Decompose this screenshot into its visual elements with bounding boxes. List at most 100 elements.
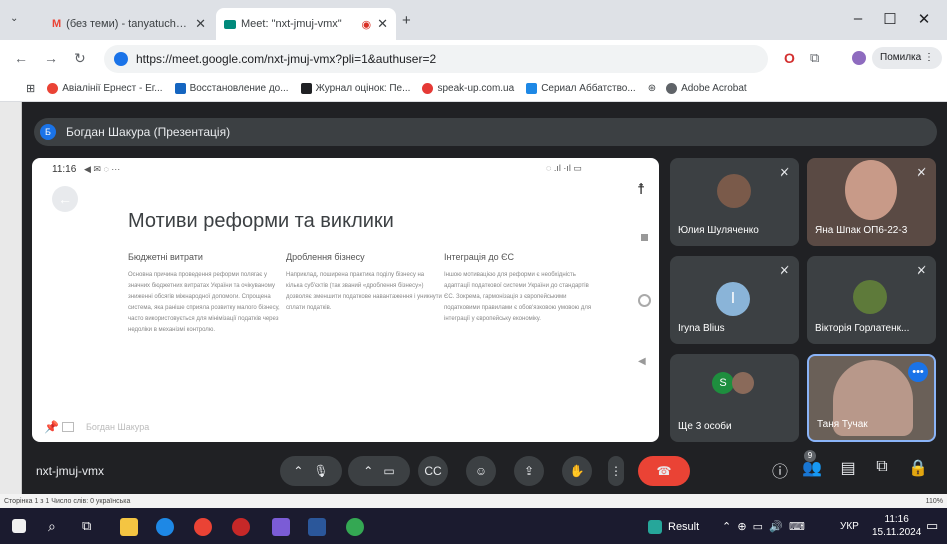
leave-call-button[interactable]: ☎ [638, 456, 690, 486]
captions-button[interactable]: CC [418, 456, 448, 486]
participant-name: Яна Шпак ОП6-22-3 [815, 225, 908, 236]
meet-icon [224, 19, 236, 29]
info-icon[interactable]: ⓘ [768, 458, 792, 482]
emoji-button[interactable]: ☺ [466, 456, 496, 486]
presenter-footer: Богдан Шакура [62, 422, 149, 432]
avatar [853, 280, 887, 314]
activities-icon[interactable]: ⧉ [870, 458, 894, 476]
error-button[interactable]: Помилка ⋮ [872, 47, 942, 69]
opera-icon[interactable] [232, 518, 250, 536]
maximize-button[interactable]: ☐ [880, 10, 900, 28]
bookmark-item[interactable]: Журнал оцінок: Пе... [300, 83, 410, 94]
tab-title: Meet: "nxt-jmuj-vmx" [241, 18, 342, 30]
address-bar[interactable]: https://meet.google.com/nxt-jmuj-vmx?pli… [104, 45, 768, 73]
minimize-button[interactable]: – [848, 10, 868, 27]
language-indicator[interactable]: УКР [840, 521, 859, 532]
status-icons: ◀ ✉ ◌ ··· [84, 164, 121, 174]
more-options-button[interactable]: ••• [908, 362, 928, 382]
column-text: Основна причина проведення реформи поляг… [128, 272, 280, 333]
presentation-slide[interactable]: 11:16 ◀ ✉ ◌ ··· ◌ .ıl ·ıl ▭ ← Мотиви реф… [32, 158, 659, 442]
raise-hand-button[interactable]: ✋ [562, 456, 592, 486]
clock[interactable]: 11:16 15.11.2024 [872, 513, 921, 539]
more-options-button[interactable]: ⋮ [608, 456, 624, 486]
mic-button[interactable]: ⌃ 🎙 [280, 456, 342, 486]
slide-column: Дроблення бізнесу Наприклад, поширена пр… [286, 252, 442, 314]
presenter-label: Богдан Шакура (Презентація) [66, 125, 231, 139]
presenter-bar: Б Богдан Шакура (Презентація) [34, 118, 937, 146]
word-icon[interactable] [308, 518, 326, 536]
tab-meet[interactable]: Meet: "nxt-jmuj-vmx" ◉ ✕ [216, 8, 396, 40]
avatar [732, 372, 754, 394]
word-status-bar: Сторінка 1 з 1 Число слів: 0 українська … [0, 494, 947, 508]
tray-icons[interactable]: ⌃ ⊕ ▭ 🔊 ⌨ [722, 520, 805, 533]
opera-icon[interactable]: O [784, 50, 795, 66]
chat-icon[interactable]: ▤ [836, 458, 860, 478]
slide-side-panel: ☨ ◀ [632, 178, 659, 442]
accessibility-icon: ☨ [637, 181, 646, 198]
triangle-icon: ◀ [638, 356, 646, 367]
back-icon[interactable]: ← [14, 50, 28, 66]
meeting-code: nxt-jmuj-vmx [36, 464, 104, 478]
new-tab-button[interactable]: + [402, 12, 411, 29]
bookmark-icon [666, 83, 678, 94]
circle-icon [638, 294, 651, 307]
camera-button[interactable]: ⌃ ▭ [348, 456, 410, 486]
participant-tile[interactable]: ✕̸ Юлия Шуляченко [670, 158, 799, 246]
back-arrow-icon[interactable]: ← [52, 186, 78, 212]
chrome-icon[interactable] [194, 518, 212, 536]
bookmark-item[interactable]: Восстановление до... [174, 83, 289, 94]
mic-off-icon: ✕̸ [779, 167, 789, 179]
extensions-icon[interactable]: ⧉ [810, 50, 819, 66]
column-heading: Інтеграція до ЄС [444, 252, 515, 262]
pin-icon[interactable]: 📌 [44, 420, 59, 434]
search-icon[interactable]: ⌕ [48, 518, 66, 536]
bookmarks-bar: ⊞ Авіалінії Ернест - Ег... Восстановлени… [0, 76, 947, 102]
bookmark-item[interactable]: Сериал Аббатство... [526, 83, 636, 94]
meet-control-bar: nxt-jmuj-vmx ⌃ 🎙 ⌃ ▭ CC ☺ ⇪ ✋ ⋮ ☎ ⓘ 9 👥 … [22, 450, 947, 494]
participant-tile[interactable]: ✕̸ Яна Шпак ОП6-22-3 [807, 158, 936, 246]
status-time: 11:16 [52, 164, 77, 175]
people-icon[interactable]: 👥 [800, 458, 824, 478]
globe-icon: ⊛ [647, 83, 657, 94]
word-ruler-strip [0, 102, 22, 494]
host-controls-icon[interactable]: 🔒 [906, 458, 930, 478]
profile-avatar[interactable] [852, 51, 866, 65]
participant-tile[interactable]: ✕̸ I Iryna Blius [670, 256, 799, 344]
participant-name: Таня Тучак [817, 419, 868, 430]
participant-video [845, 160, 897, 220]
close-icon[interactable]: ✕ [195, 16, 206, 32]
present-button[interactable]: ⇪ [514, 456, 544, 486]
column-heading: Дроблення бізнесу [286, 252, 365, 262]
gmail-icon: M [52, 18, 62, 30]
mic-off-icon: ✕̸ [916, 167, 926, 179]
bookmark-item[interactable]: Авіалінії Ернест - Ег... [47, 83, 163, 94]
reload-icon[interactable]: ↻ [74, 50, 86, 67]
apps-grid-icon[interactable]: ⊞ [26, 82, 35, 95]
tab-search-button[interactable]: ⌄ [10, 13, 18, 24]
participant-tile[interactable]: ••• Таня Тучак [807, 354, 936, 442]
task-view-icon[interactable]: ⧉ [82, 518, 100, 536]
participant-name: Iryna Blius [678, 323, 725, 334]
windows-start-icon[interactable] [12, 519, 26, 533]
column-text: Іншою мотивацією для реформи є необхідні… [444, 272, 592, 322]
bookmark-item[interactable]: ⊛ Adobe Acrobat [648, 83, 747, 94]
result-app[interactable]: Result [648, 520, 699, 534]
bookmark-item[interactable]: speak-up.com.ua [422, 83, 514, 94]
tab-gmail[interactable]: M (без теми) - tanyatuchak75@g ✕ [44, 8, 214, 40]
copilot-icon[interactable] [272, 518, 290, 536]
slide-column: Бюджетні витрати Основна причина проведе… [128, 252, 284, 336]
close-window-button[interactable]: ✕ [914, 10, 934, 28]
edge-icon[interactable] [156, 518, 174, 536]
mic-off-icon: ✕̸ [916, 265, 926, 277]
result-icon [648, 520, 662, 534]
file-explorer-icon[interactable] [120, 518, 138, 536]
notifications-icon[interactable]: ▭ [926, 518, 938, 534]
close-icon[interactable]: ✕ [377, 16, 388, 32]
forward-icon[interactable]: → [44, 50, 58, 66]
participant-tile[interactable]: ✕̸ Вікторія Горлатенк... [807, 256, 936, 344]
participant-tile[interactable]: S Ще 3 особи [670, 354, 799, 442]
site-info-icon[interactable] [114, 52, 128, 66]
screen-icon [62, 422, 74, 432]
chrome-icon[interactable] [346, 518, 364, 536]
battery-icon: ◌ .ıl ·ıl ▭ [546, 163, 582, 173]
